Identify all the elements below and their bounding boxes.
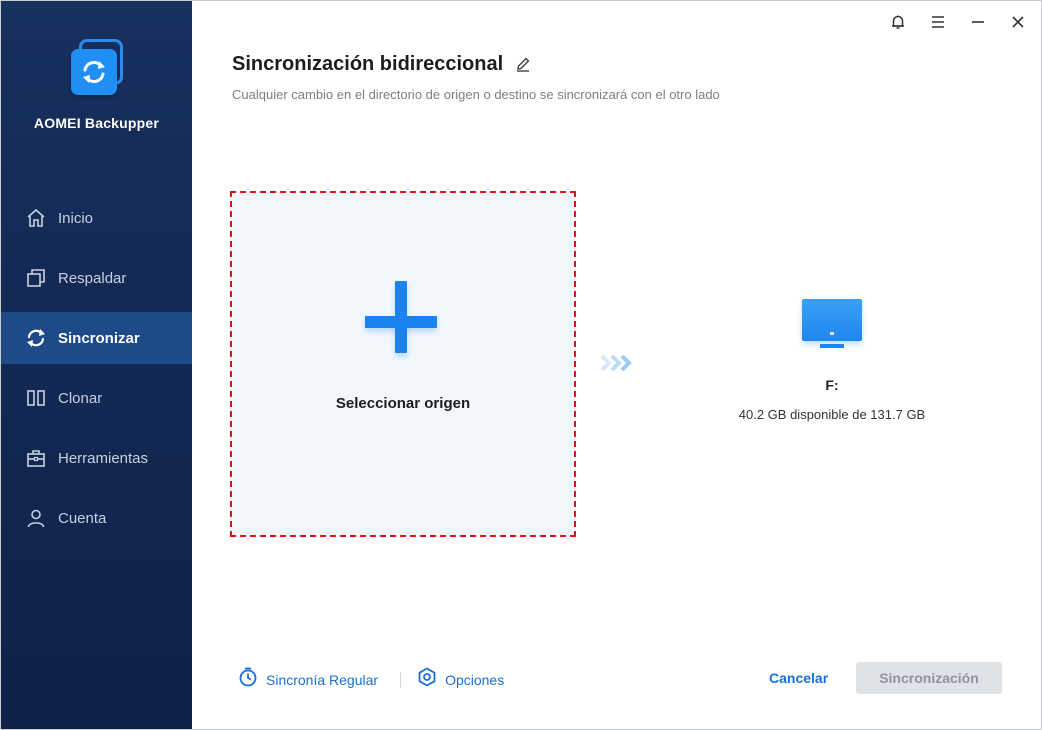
select-source-box[interactable]: Seleccionar origen	[230, 191, 576, 537]
page-title: Sincronización bidireccional	[232, 53, 504, 75]
sidebar-item-clonar[interactable]: Clonar	[1, 372, 192, 424]
direction-arrows-icon	[600, 353, 636, 373]
sync-icon	[25, 327, 47, 349]
footer-divider	[400, 671, 402, 688]
footer-links: Sincronía Regular Opciones	[238, 667, 504, 692]
page-subtitle: Cualquier cambio en el directorio de ori…	[232, 87, 720, 102]
sidebar-item-label: Clonar	[58, 389, 103, 407]
app-name: AOMEI Backupper	[33, 115, 160, 131]
options-label: Opciones	[445, 671, 505, 688]
cancel-button[interactable]: Cancelar	[769, 670, 828, 686]
sidebar-item-label: Respaldar	[58, 269, 127, 287]
clock-icon	[238, 667, 258, 692]
select-source-label: Seleccionar origen	[335, 395, 471, 412]
app-logo: AOMEI Backupper	[1, 39, 192, 131]
sidebar-item-sincronizar[interactable]: Sincronizar	[1, 312, 192, 364]
sidebar-item-label: Cuenta	[58, 509, 107, 527]
edit-pencil-icon[interactable]	[515, 56, 533, 74]
sidebar-item-herramientas[interactable]: Herramientas	[1, 432, 192, 484]
toolbox-icon	[25, 447, 47, 469]
sidebar-item-cuenta[interactable]: Cuenta	[1, 492, 192, 544]
aomei-logo-icon	[67, 39, 127, 99]
start-sync-button[interactable]: Sincronización	[856, 662, 1002, 694]
sidebar-item-inicio[interactable]: Inicio	[1, 192, 192, 244]
sidebar-item-label: Herramientas	[58, 449, 149, 467]
sidebar-item-respaldar[interactable]: Respaldar	[1, 252, 192, 304]
destination-panel[interactable]: F: 40.2 GB disponible de 131.7 GB	[702, 297, 962, 422]
main-panel: Sincronización bidireccional Cualquier c…	[192, 1, 1041, 729]
options-gear-icon	[417, 667, 437, 692]
sidebar: AOMEI Backupper Inicio Respaldar Sincron…	[1, 1, 192, 729]
sidebar-item-label: Inicio	[58, 209, 94, 227]
sidebar-item-label: Sincronizar	[58, 329, 140, 347]
destination-drive-name: F:	[825, 377, 839, 393]
home-icon	[25, 207, 47, 229]
plus-icon	[365, 281, 441, 363]
user-icon	[25, 507, 47, 529]
schedule-sync-label: Sincronía Regular	[266, 671, 379, 688]
sidebar-nav: Inicio Respaldar Sincronizar Clonar Herr…	[1, 192, 192, 552]
schedule-sync-link[interactable]: Sincronía Regular	[238, 667, 378, 692]
options-link[interactable]: Opciones	[417, 667, 504, 692]
app-window: AOMEI Backupper Inicio Respaldar Sincron…	[0, 0, 1042, 730]
backup-icon	[25, 267, 47, 289]
clone-icon	[25, 387, 47, 409]
destination-free-space: 40.2 GB disponible de 131.7 GB	[738, 407, 926, 422]
title-row: Sincronización bidireccional	[232, 53, 533, 76]
monitor-icon	[800, 297, 864, 351]
